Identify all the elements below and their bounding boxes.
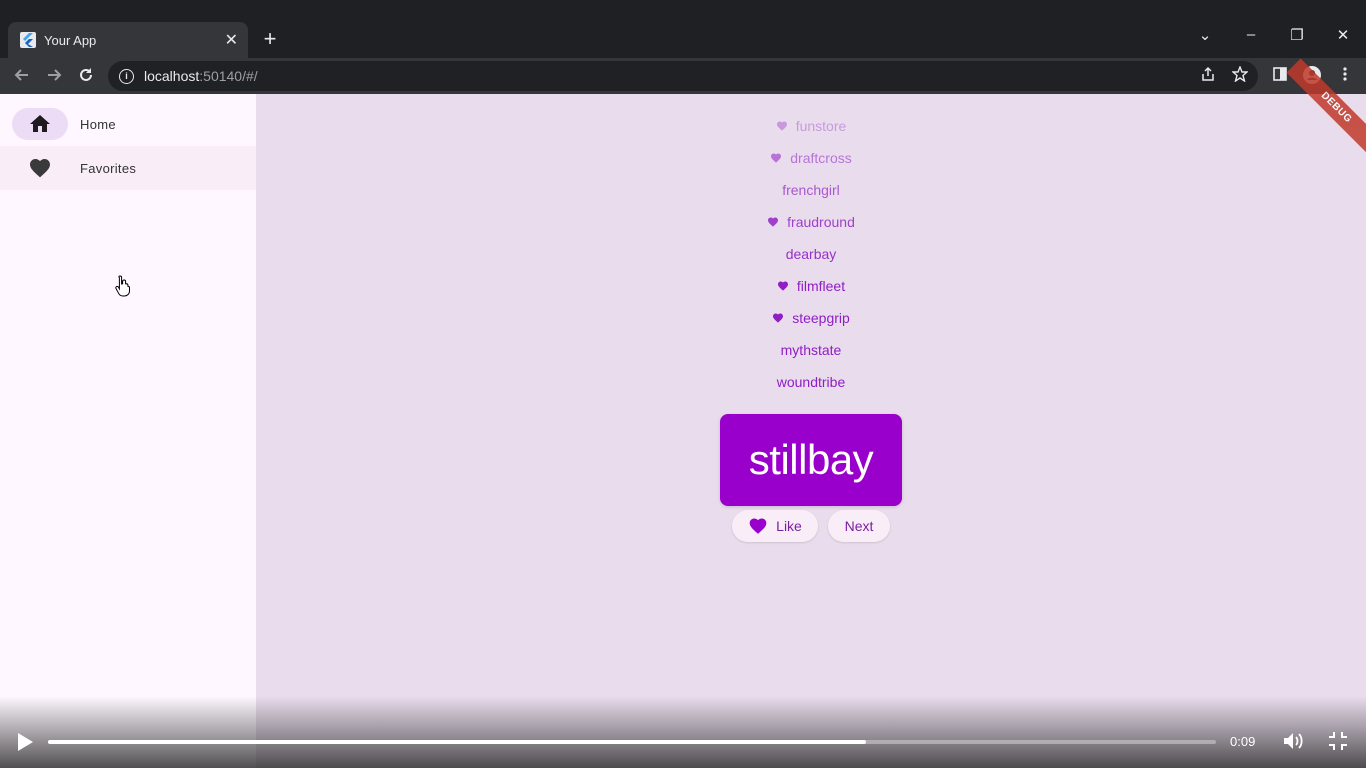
next-button[interactable]: Next: [828, 510, 890, 542]
history-word: mythstate: [780, 342, 842, 358]
next-label: Next: [844, 518, 874, 534]
video-time: 0:09: [1230, 734, 1256, 749]
share-icon[interactable]: [1198, 66, 1218, 86]
restore-button[interactable]: ❐: [1287, 26, 1307, 44]
history-word: woundtribe: [776, 374, 846, 390]
tab-title: Your App: [44, 32, 97, 48]
history-word: filmfleet: [796, 278, 846, 294]
app-viewport: Home Favorites funstore draftcross frenc…: [0, 58, 1366, 768]
history-item[interactable]: funstore: [256, 114, 1366, 138]
like-label: Like: [776, 518, 802, 534]
new-tab-button[interactable]: +: [258, 28, 282, 52]
generator-page: funstore draftcross frenchgirl fraudroun…: [256, 58, 1366, 768]
heart-icon: [776, 121, 787, 131]
hand-cursor-icon: [115, 275, 130, 297]
history-word: dearbay: [785, 246, 837, 262]
minimize-button[interactable]: –: [1241, 26, 1261, 43]
nav-item-home[interactable]: Home: [0, 102, 256, 146]
navigation-rail: Home Favorites: [0, 94, 256, 768]
browser-tab[interactable]: Your App ✕: [8, 22, 248, 58]
address-bar[interactable]: i localhost:50140/#/: [108, 61, 1258, 91]
forward-icon[interactable]: [44, 66, 64, 86]
video-controls: 0:09: [0, 696, 1366, 768]
history-word: funstore: [795, 118, 847, 134]
heart-icon: [773, 313, 784, 323]
history-item[interactable]: draftcross: [256, 146, 1366, 170]
heart-icon: [30, 159, 50, 178]
heart-icon: [771, 153, 782, 163]
side-panel-icon[interactable]: [1270, 66, 1290, 86]
tab-search-icon[interactable]: ⌄: [1195, 26, 1215, 44]
close-window-button[interactable]: ✕: [1333, 26, 1353, 44]
bookmark-star-icon[interactable]: [1230, 65, 1250, 86]
heart-icon: [768, 217, 779, 227]
heart-icon: [749, 518, 767, 534]
current-word-card: stillbay: [720, 414, 902, 506]
url-path: :50140/#/: [199, 68, 258, 84]
volume-icon[interactable]: [1283, 731, 1305, 751]
back-icon[interactable]: [12, 66, 32, 86]
history-word: steepgrip: [792, 310, 850, 326]
history-item[interactable]: frenchgirl: [256, 178, 1366, 202]
video-progress-bar[interactable]: [48, 740, 1216, 744]
nav-item-favorites[interactable]: Favorites: [0, 146, 256, 190]
reload-icon[interactable]: [76, 66, 96, 86]
exit-fullscreen-icon[interactable]: [1328, 731, 1348, 751]
history-item[interactable]: steepgrip: [256, 306, 1366, 330]
more-menu-icon[interactable]: [1335, 66, 1355, 86]
history-item[interactable]: woundtribe: [256, 370, 1366, 394]
history-item[interactable]: dearbay: [256, 242, 1366, 266]
url-host: localhost: [144, 68, 200, 84]
history-item[interactable]: mythstate: [256, 338, 1366, 362]
history-word: draftcross: [790, 150, 852, 166]
history-word: frenchgirl: [782, 182, 840, 198]
flutter-favicon-icon: [20, 32, 36, 48]
like-button[interactable]: Like: [732, 510, 818, 542]
tab-close-icon[interactable]: ✕: [225, 30, 238, 50]
history-item[interactable]: fraudround: [256, 210, 1366, 234]
nav-label-favorites: Favorites: [80, 160, 137, 176]
history-item[interactable]: filmfleet: [256, 274, 1366, 298]
site-info-icon[interactable]: i: [119, 68, 134, 84]
browser-toolbar: i localhost:50140/#/: [0, 58, 1366, 94]
play-icon[interactable]: [16, 732, 34, 752]
browser-titlebar: Your App ✕ + ⌄ – ❐ ✕: [0, 0, 1366, 58]
home-icon: [30, 115, 50, 132]
video-progress-fill: [48, 740, 866, 744]
history-word: fraudround: [787, 214, 855, 230]
heart-icon: [777, 281, 788, 291]
nav-label-home: Home: [80, 116, 116, 132]
